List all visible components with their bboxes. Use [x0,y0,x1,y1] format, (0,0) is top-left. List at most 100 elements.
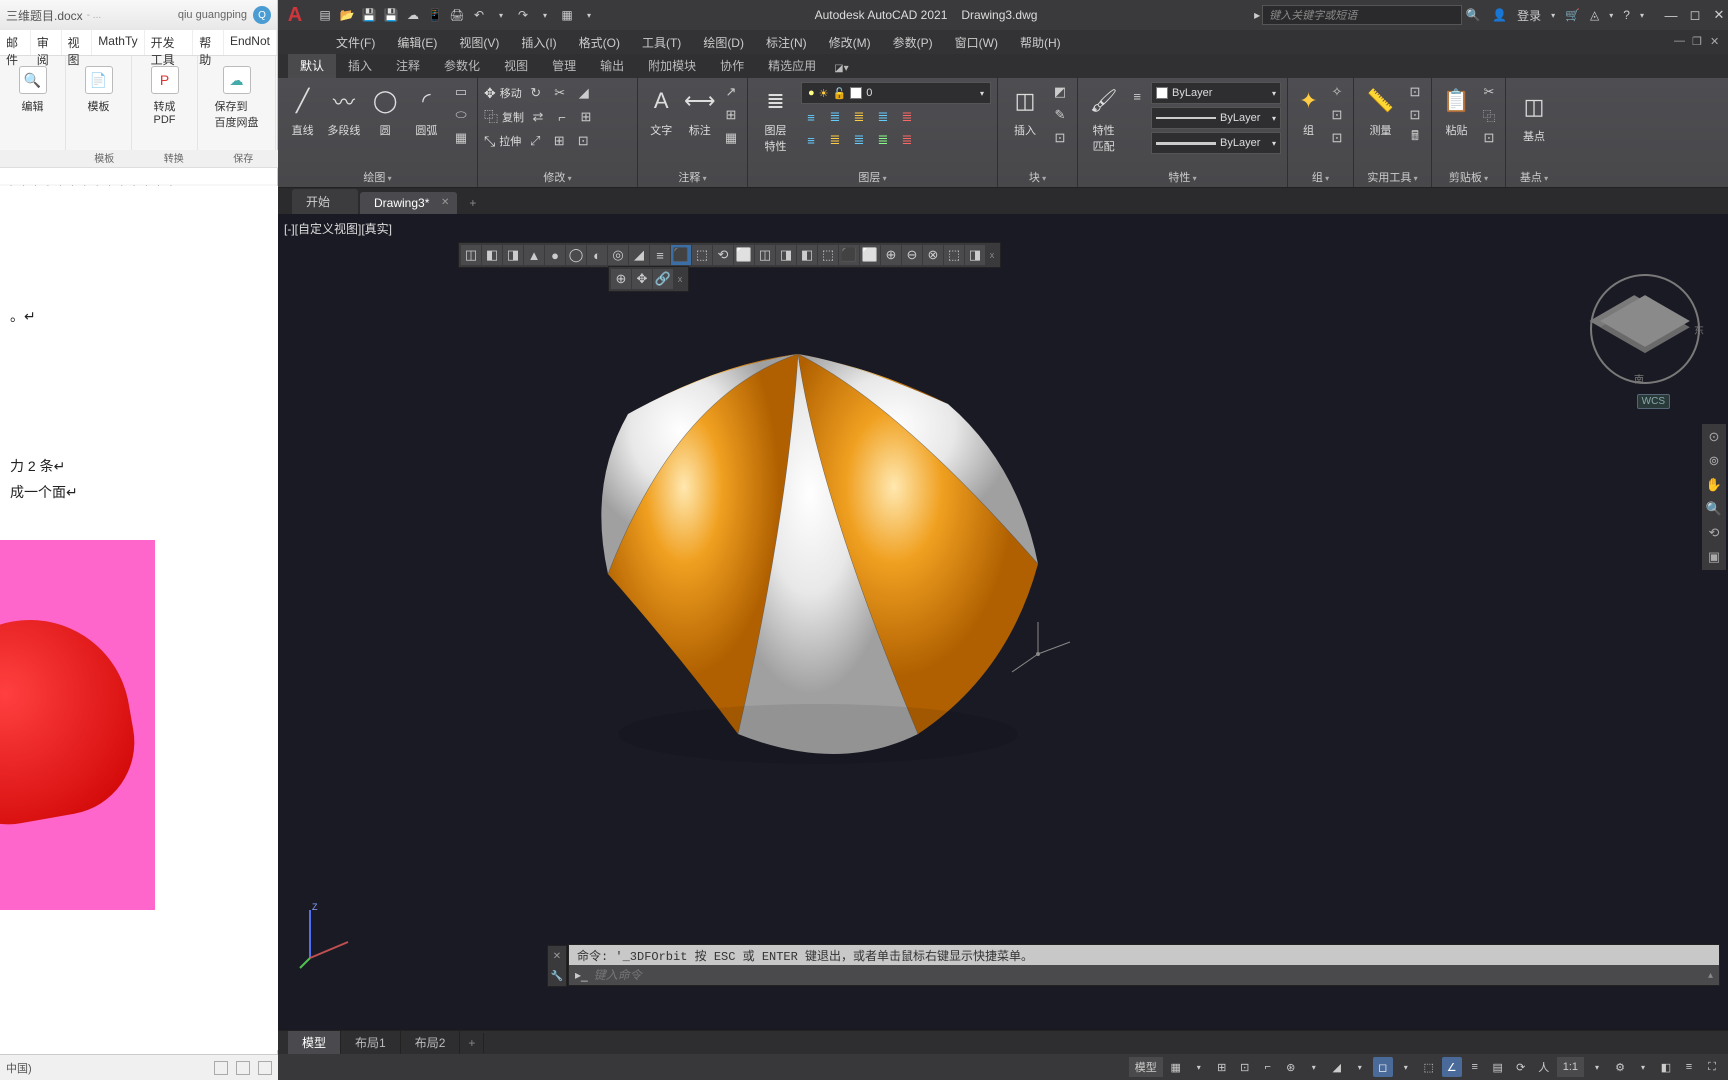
panel-util-label[interactable]: 实用工具 [1354,169,1431,185]
qat-save-icon[interactable]: 💾 [360,6,378,24]
scale-icon[interactable]: ⤢ [525,131,545,151]
panel-clip-label[interactable]: 剪贴板 [1432,169,1505,185]
qat-plot-icon[interactable]: 🖨 [448,6,466,24]
menu-help[interactable]: 帮助(H) [1010,31,1071,54]
panel-annot-label[interactable]: 注释 [638,169,747,185]
rtab-view[interactable]: 视图 [492,53,540,78]
menu-draw[interactable]: 绘图(D) [693,31,754,54]
rtab-annot[interactable]: 注释 [384,53,432,78]
status-model-button[interactable]: 模型 [1129,1057,1163,1077]
panel-layer-label[interactable]: 图层 [748,169,997,185]
layout-tab-model[interactable]: 模型 [288,1031,341,1054]
qat-redo-icon[interactable]: ↷ [514,6,532,24]
ortho-icon[interactable]: ⌐ [1258,1057,1278,1077]
model-viewport[interactable]: [-][自定义视图][真实] ◫◧◨▲●◯◐◎◢≡ ⬛ ⬚⟲⬜◫◨◧⬚⬛⬜⊕⊖⊗… [278,214,1728,1030]
subtract-icon[interactable]: ⊖ [902,245,922,265]
panel-group-label[interactable]: 组 [1288,169,1353,185]
embedded-image[interactable] [0,540,155,910]
word-template-button[interactable]: 📄模板 [66,56,132,165]
create-block-icon[interactable]: ◩ [1050,82,1070,102]
fullnav-icon[interactable]: ⊙ [1704,426,1724,448]
zoom-icon[interactable]: 🔍 [1704,498,1724,520]
props-palette-icon[interactable]: ≡ [1127,86,1147,106]
layer-props-button[interactable]: ≣图层 特性 [754,82,797,154]
union-icon[interactable]: ⊕ [881,245,901,265]
file-tab-start[interactable]: 开始 [292,189,358,214]
osnap-icon[interactable]: ◻ [1373,1057,1393,1077]
table-icon[interactable]: ⊞ [721,105,741,125]
hatch-icon[interactable]: ▦ [451,128,471,148]
word-document-area[interactable]: 。↵ 力 2 条↵ 成一个面↵ [0,186,278,1050]
file-tab-add-icon[interactable]: + [459,192,486,214]
word-tab-mathtype[interactable]: MathTy [92,30,144,55]
stretch-button[interactable]: ⤡拉伸⤢⊞⊡ [484,130,631,152]
cart-icon[interactable]: 🛒 [1565,8,1580,22]
move-button[interactable]: ✥移动↻✂◢ [484,82,631,104]
select-icon[interactable]: ⊡ [1405,82,1425,102]
qat-saveas-icon[interactable]: 💾 [382,6,400,24]
mdi-restore-icon[interactable]: ❐ [1692,35,1708,49]
close-icon[interactable]: ✕ [1708,6,1728,24]
pan2-icon[interactable]: ✋ [1704,474,1724,496]
customize-icon[interactable]: ≡ [1679,1057,1699,1077]
word-tab-help[interactable]: 帮助 [193,30,224,55]
cmd-close-icon[interactable]: ✕ [553,951,561,962]
match-props-button[interactable]: 🖌特性 匹配 [1084,82,1123,154]
web-view-icon[interactable] [258,1061,272,1075]
user-icon[interactable]: 👤 [1492,8,1507,22]
panel-modify-label[interactable]: 修改 [478,169,637,185]
menu-modify[interactable]: 修改(M) [819,31,881,54]
cmd-history-arrow-icon[interactable]: ▴ [1708,970,1713,981]
view-cube[interactable]: 南 东 [1590,274,1700,384]
clean-screen-icon[interactable]: ⛶ [1702,1057,1722,1077]
mdi-close-icon[interactable]: ✕ [1710,35,1726,49]
polar-icon[interactable]: ⊛ [1281,1057,1301,1077]
array-icon[interactable]: ⊞ [549,131,569,151]
grid-icon[interactable]: ▦ [1166,1057,1186,1077]
print-view-icon[interactable] [236,1061,250,1075]
text-button[interactable]: A文字 [644,82,679,138]
extrude-icon[interactable]: ⬛ [671,245,691,265]
qat-web-icon[interactable]: ☁ [404,6,422,24]
scale-button[interactable]: 1:1 [1557,1057,1584,1077]
rtab-manage[interactable]: 管理 [540,53,588,78]
paste-button[interactable]: 📋粘贴 [1438,82,1475,138]
basepoint-button[interactable]: ◫基点 [1512,88,1556,144]
search-input[interactable]: 键入关键字或短语 [1262,5,1462,25]
cut-icon[interactable]: ✂ [1479,82,1499,102]
word-tab-endnote[interactable]: EndNot [224,30,277,55]
copy2-icon[interactable]: ⿻ [1479,105,1499,125]
qat-undo-icon[interactable]: ↶ [470,6,488,24]
trim-icon[interactable]: ✂ [550,83,570,103]
pan-icon[interactable]: ✥ [632,269,652,289]
search-icon[interactable]: 🔍 [1462,8,1484,22]
dim-button[interactable]: ⟷标注 [683,82,718,138]
rtab-output[interactable]: 输出 [588,53,636,78]
linetype-dropdown[interactable]: ByLayer▾ [1151,107,1281,129]
group-button[interactable]: ✦组 [1294,82,1323,138]
annoscale-icon[interactable]: 人 [1534,1057,1554,1077]
cycling-icon[interactable]: ⟳ [1511,1057,1531,1077]
qat-workspace-icon[interactable]: ▦ [558,6,576,24]
command-line[interactable]: ✕🔧 命令: '_3DFOrbit 按 ESC 或 ENTER 键退出，或者单击… [568,944,1720,986]
3dosnap-icon[interactable]: ⬚ [1419,1057,1439,1077]
cmd-wrench-icon[interactable]: 🔧 [551,971,563,982]
intersect-icon[interactable]: ⊗ [923,245,943,265]
rtab-param[interactable]: 参数化 [432,53,492,78]
menu-insert[interactable]: 插入(I) [511,31,566,54]
viewport-label[interactable]: [-][自定义视图][真实] [284,220,392,237]
ucs-icon[interactable]: Z [298,900,358,970]
steering-wheel-icon[interactable]: ⊚ [1704,450,1724,472]
line-button[interactable]: ╱直线 [284,82,321,138]
avatar-icon[interactable]: Q [253,6,271,24]
transparency-icon[interactable]: ▤ [1488,1057,1508,1077]
menu-tools[interactable]: 工具(T) [632,31,691,54]
rtab-addin[interactable]: 附加模块 [636,53,708,78]
rect-icon[interactable]: ▭ [451,82,471,102]
mirror-icon[interactable]: ⇄ [528,107,548,127]
panel-block-label[interactable]: 块 [998,169,1077,185]
cone-icon[interactable]: ▲ [524,245,544,265]
panel-props-label[interactable]: 特性 [1078,169,1287,185]
lineweight-dropdown[interactable]: ByLayer▾ [1151,132,1281,154]
measure-button[interactable]: 📏测量 [1360,82,1401,138]
